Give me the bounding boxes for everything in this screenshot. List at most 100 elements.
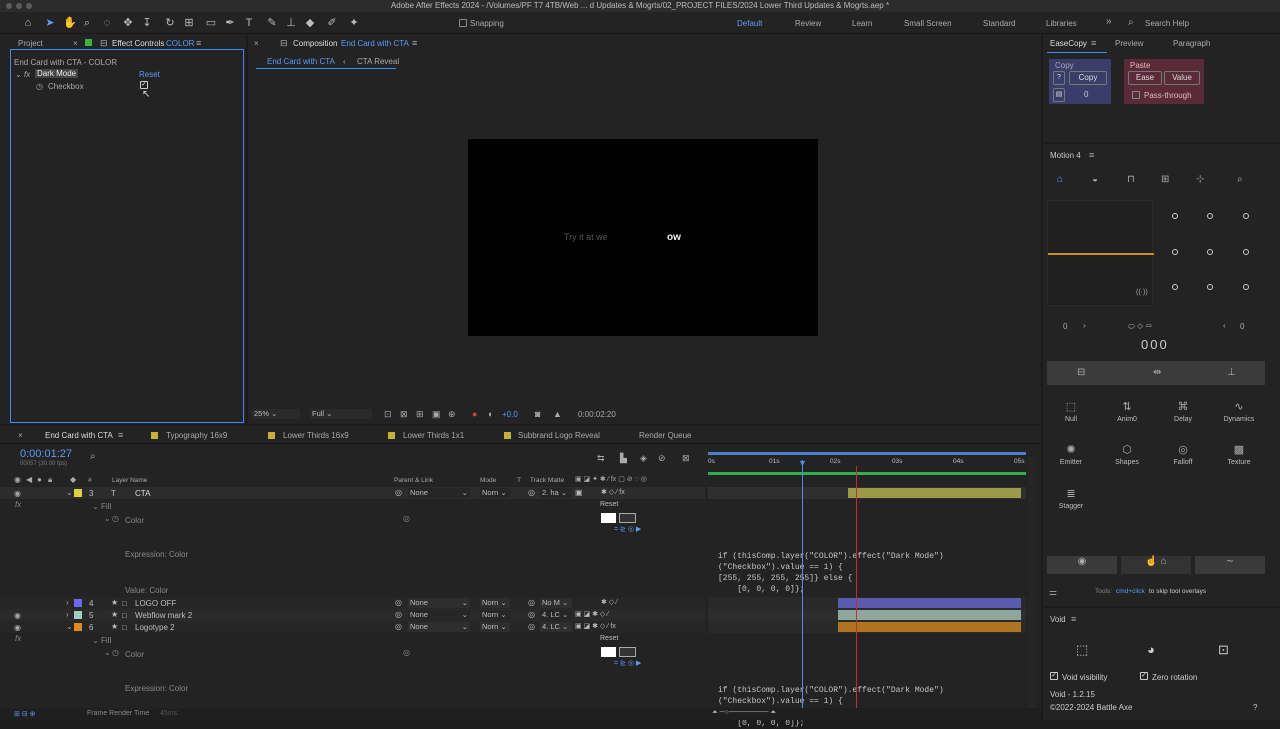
track-matte-dropdown[interactable]: 4. LC ⌄ [540,610,572,620]
copy-mode-icon[interactable]: ▤ [1053,88,1065,102]
zoom-dropdown[interactable]: 25% ⌄ [252,409,300,419]
signal-icon[interactable]: ((·)) [1136,289,1148,296]
layer-switches-icons[interactable]: ✱ ◇ ⁄ [601,598,617,606]
close-icon[interactable]: × [18,431,23,440]
workspace-default[interactable]: Default [737,19,762,28]
workspace-review[interactable]: Review [795,19,821,28]
audio-switch-header-icon[interactable]: ◀ [26,475,32,484]
eraser-tool-icon[interactable]: ◆ [304,17,316,29]
timeline-tab-end-card[interactable]: End Card with CTA [45,431,113,440]
layer-bar-logo-off[interactable] [838,598,1021,608]
zoom-tool-icon[interactable]: ⌕ [81,17,93,29]
roto-brush-tool-icon[interactable]: ✐ [326,17,338,29]
paste-ease-button[interactable]: Ease [1128,71,1162,85]
layer-row[interactable]: ◉ ⌄ 3 T CTA ◎ None ⌄ Norn ⌄ ◎ 2. ha ⌄ ▣ ✱… [0,487,705,499]
anchor-point-top-left[interactable] [1172,213,1178,219]
panel-menu-icon[interactable]: ≡ [118,430,123,440]
search-help-input[interactable]: Search Help [1145,19,1189,28]
fill-reset-link[interactable]: Reset [600,635,618,642]
draft-3d-icon[interactable]: ▙ [620,453,627,464]
frame-blending-icon[interactable]: ⊘ [658,453,666,464]
layer-row[interactable]: ◉ ⌄ 6 ★ □ Logotype 2 ◎ None ⌄ Norn ⌄ ◎ 4.… [0,621,705,633]
timeline-tab-render-queue[interactable]: Render Queue [639,431,691,440]
right-value[interactable]: 0 [1240,322,1244,331]
timeline-scrollbar[interactable] [1028,456,1036,712]
void-visibility-checkbox[interactable]: ✓ [1050,672,1058,680]
resolution-dropdown[interactable]: Full ⌄ [310,409,372,419]
search-icon[interactable]: ⌕ [90,451,96,462]
void-help-icon[interactable]: ? [1253,703,1257,712]
col-parent[interactable]: Parent & Link [394,477,433,484]
graph-editor-icon[interactable]: ⊠ [682,453,690,464]
panel-menu-icon[interactable]: ≡ [1089,150,1094,160]
timeline-tab-subbrand[interactable]: Subbrand Logo Reveal [518,431,600,440]
color-swatch[interactable] [601,647,616,657]
exposure-value[interactable]: +0.0 [502,410,518,419]
tool-stagger[interactable]: ≣ Stagger [1043,487,1099,510]
keyframe-ease-icon[interactable]: ⬭ ◇ ▭ [1128,322,1152,332]
panel-menu-icon[interactable]: ≡ [1071,614,1076,624]
search-icon[interactable]: ⌕ [1237,174,1243,185]
track-matte-dropdown[interactable]: 2. ha ⌄ [540,488,572,498]
color-property-label[interactable]: Color [125,650,144,659]
layer-bar-webflow[interactable] [838,610,1021,620]
dolly-tool-icon[interactable]: ↧ [141,17,153,29]
playhead-line[interactable] [802,460,803,712]
layer-name[interactable]: LOGO OFF [135,599,176,608]
eyedropper-icon[interactable] [619,647,636,657]
close-icon[interactable]: × [73,39,78,48]
expression-pickwhip-icon[interactable]: ◎ [403,648,410,657]
fill-reset-link[interactable]: Reset [600,501,618,508]
selection-tool-icon[interactable]: ➤ [44,17,56,29]
timeline-tab-lower-thirds-1x1[interactable]: Lower Thirds 1x1 [403,431,464,440]
track-matte-dropdown[interactable]: No M ⌄ [540,598,572,608]
layer-row[interactable]: › 4 ★ □ LOGO OFF ◎ None ⌄ Norn ⌄ ◎ No M ⌄… [0,597,705,609]
tool-texture[interactable]: ▩ Texture [1211,443,1267,466]
expand-layer-icon[interactable]: › [66,610,69,619]
orbit-tool-icon[interactable]: ◌ [101,17,113,29]
visibility-eye-icon[interactable]: ◉ [14,623,21,632]
panel-menu-icon[interactable]: ≡ [196,38,201,48]
timeline-tracks[interactable]: 0s 01s 02s 03s 04s 05s if (thisComp.laye… [708,452,1026,728]
status-toggle-icons[interactable]: ⊞ ⊟ ⊕ [14,710,36,718]
paste-value-button[interactable]: Value [1164,71,1200,85]
expression-controls-icons[interactable]: = ⊵ ◎ ▶ [614,659,641,667]
workspace-small-screen[interactable]: Small Screen [904,19,952,28]
fx-icon[interactable]: fx [15,634,21,643]
close-icon[interactable]: × [254,39,259,48]
align-anchor-icon[interactable]: ⊥ [1227,367,1236,378]
mode-dropdown[interactable]: Norn ⌄ [480,598,510,608]
tool-shapes[interactable]: ⬡ Shapes [1099,443,1155,466]
tab-easecopy[interactable]: EaseCopy [1050,39,1087,48]
snapping-checkbox[interactable] [459,19,467,27]
home-icon[interactable]: ⌂ [1057,174,1063,185]
zero-rotation-checkbox[interactable]: ✓ [1140,672,1148,680]
stopwatch-icon[interactable]: ◷ [112,514,119,523]
effect-name[interactable]: Dark Mode [35,69,79,78]
pen-tool-icon[interactable]: ✒ [224,17,236,29]
tab-composition-name[interactable]: End Card with CTA [341,39,409,48]
bracket-icon[interactable]: ⊓ [1127,174,1135,185]
playhead-handle-icon[interactable]: ▼ [798,458,807,468]
guides-icon[interactable]: ⊕ [448,409,456,420]
color-property-label[interactable]: Color [125,516,144,525]
matte-switch-icon[interactable]: ▣ [575,488,583,497]
anchor-icon[interactable]: ⊹ [1196,174,1204,185]
grid-icon[interactable]: ⊞ [1161,174,1169,185]
layer-bar-logotype[interactable] [838,622,1021,632]
tool-null[interactable]: ⬚ Null [1043,400,1099,423]
brush-tool-icon[interactable]: ✎ [266,17,278,29]
layer-name[interactable]: CTA [135,489,150,498]
help-button[interactable]: ? [1053,71,1065,85]
effect-reset-link[interactable]: Reset [139,70,160,79]
zoom-slider[interactable]: ⏶ ─○──────── ⏶ [712,709,776,717]
label-header-icon[interactable]: ◆ [70,475,76,484]
col-t[interactable]: T [517,477,521,484]
pickwhip-icon[interactable]: ◎ [528,598,535,607]
move-tool-icon[interactable]: ✥ [122,17,134,29]
snapshot-icon[interactable]: ◙ [535,409,540,419]
expression-pickwhip-icon[interactable]: ◎ [403,514,410,523]
more-workspaces-icon[interactable]: » [1106,16,1112,27]
void-visibility-icon[interactable]: ◕ [1147,642,1155,657]
eyedropper-icon[interactable] [619,513,636,523]
